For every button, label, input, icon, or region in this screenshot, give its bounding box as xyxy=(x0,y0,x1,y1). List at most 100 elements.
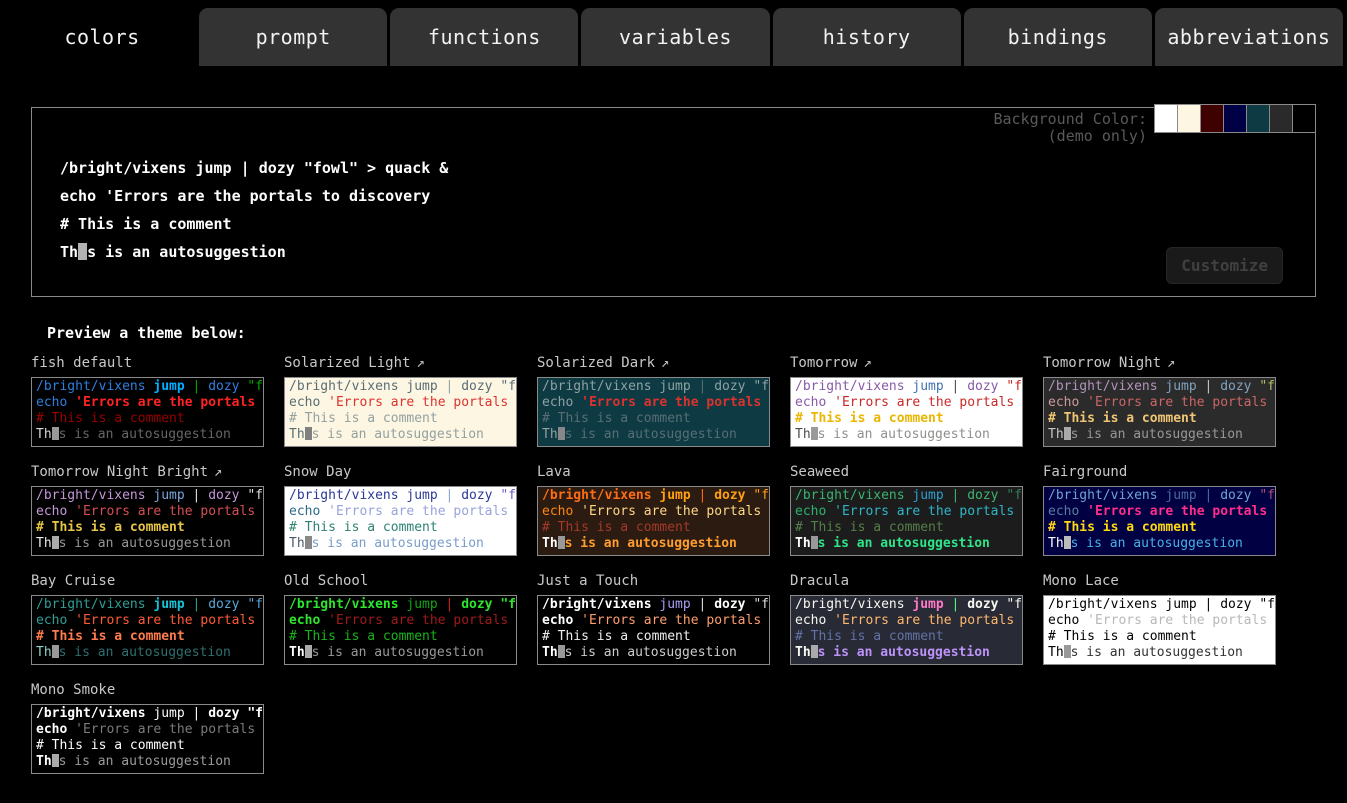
theme-terminal-sample: /bright/vixens jump | dozy "fowl" > quac… xyxy=(790,486,1023,556)
terminal-line: # This is a comment xyxy=(60,210,448,238)
theme-terminal-sample: /bright/vixens jump | dozy "fowl" > quac… xyxy=(537,595,770,665)
theme-preview-just-a-touch[interactable]: Just a Touch/bright/vixens jump | dozy "… xyxy=(537,573,770,665)
theme-name: Solarized Light xyxy=(284,355,410,371)
terminal-line: echo 'Errors are the portals to discover… xyxy=(795,613,1018,629)
terminal-line: /bright/vixens jump | dozy "fowl" > quac… xyxy=(36,379,259,395)
bg-swatch-cream[interactable] xyxy=(1177,104,1201,133)
terminal-line: Ths is an autosuggestion xyxy=(795,536,1018,552)
terminal-preview-panel: Background Color: (demo only) /bright/vi… xyxy=(31,107,1316,297)
theme-preview-snow-day[interactable]: Snow Day/bright/vixens jump | dozy "fowl… xyxy=(284,464,517,556)
bg-swatch-dark-red[interactable] xyxy=(1200,104,1224,133)
terminal-line: # This is a comment xyxy=(542,411,765,427)
cursor-block xyxy=(52,754,59,767)
bg-swatch-charcoal[interactable] xyxy=(1269,104,1293,133)
theme-name: Just a Touch xyxy=(537,573,638,589)
theme-name: Mono Smoke xyxy=(31,682,115,698)
theme-preview-fairground[interactable]: Fairground/bright/vixens jump | dozy "fo… xyxy=(1043,464,1276,556)
cursor-block xyxy=(558,645,565,658)
terminal-line: Ths is an autosuggestion xyxy=(36,645,259,661)
external-link-icon: ↗ xyxy=(863,355,871,371)
theme-name: Solarized Dark xyxy=(537,355,655,371)
theme-name: Old School xyxy=(284,573,368,589)
terminal-line: Ths is an autosuggestion xyxy=(1048,645,1271,661)
terminal-line: # This is a comment xyxy=(289,629,512,645)
theme-terminal-sample: /bright/vixens jump | dozy "fowl" > quac… xyxy=(31,486,264,556)
bg-swatch-navy[interactable] xyxy=(1223,104,1247,133)
terminal-line: # This is a comment xyxy=(542,520,765,536)
terminal-line: Ths is an autosuggestion xyxy=(289,536,512,552)
terminal-line: /bright/vixens jump | dozy "fowl" > quac… xyxy=(542,597,765,613)
tab-bindings[interactable]: bindings xyxy=(964,8,1152,66)
theme-preview-bay-cruise[interactable]: Bay Cruise/bright/vixens jump | dozy "fo… xyxy=(31,573,264,665)
terminal-line: # This is a comment xyxy=(289,411,512,427)
terminal-line: /bright/vixens jump | dozy "fowl" > quac… xyxy=(289,597,512,613)
theme-name: fish default xyxy=(31,355,132,371)
theme-title: Lava xyxy=(537,464,770,482)
theme-preview-mono-lace[interactable]: Mono Lace/bright/vixens jump | dozy "fow… xyxy=(1043,573,1276,665)
tab-prompt[interactable]: prompt xyxy=(199,8,387,66)
tab-variables[interactable]: variables xyxy=(581,8,769,66)
tab-history[interactable]: history xyxy=(773,8,961,66)
customize-button[interactable]: Customize xyxy=(1166,247,1283,284)
terminal-line: echo 'Errors are the portals to discover… xyxy=(1048,395,1271,411)
terminal-line: Ths is an autosuggestion xyxy=(36,427,259,443)
theme-terminal-sample: /bright/vixens jump | dozy "fowl" > quac… xyxy=(790,377,1023,447)
terminal-line: /bright/vixens jump | dozy "fowl" > quac… xyxy=(36,488,259,504)
terminal-line: # This is a comment xyxy=(795,520,1018,536)
tab-colors[interactable]: colors xyxy=(8,8,196,66)
theme-preview-tomorrow-night-bright[interactable]: Tomorrow Night Bright↗/bright/vixens jum… xyxy=(31,464,264,556)
cursor-block xyxy=(305,645,312,658)
theme-preview-lava[interactable]: Lava/bright/vixens jump | dozy "fowl" > … xyxy=(537,464,770,556)
terminal-line: /bright/vixens jump | dozy "fowl" > quac… xyxy=(542,379,765,395)
bg-swatch-white[interactable] xyxy=(1154,104,1178,133)
terminal-line: # This is a comment xyxy=(1048,411,1271,427)
external-link-icon: ↗ xyxy=(1167,355,1175,371)
theme-preview-fish-default[interactable]: fish default/bright/vixens jump | dozy "… xyxy=(31,355,264,447)
theme-terminal-sample: /bright/vixens jump | dozy "fowl" > quac… xyxy=(284,486,517,556)
theme-title: Dracula xyxy=(790,573,1023,591)
theme-preview-old-school[interactable]: Old School/bright/vixens jump | dozy "fo… xyxy=(284,573,517,665)
terminal-line: echo 'Errors are the portals to discover… xyxy=(36,504,259,520)
theme-terminal-sample: /bright/vixens jump | dozy "fowl" > quac… xyxy=(31,377,264,447)
theme-preview-tomorrow[interactable]: Tomorrow ↗ /bright/vixens jump | dozy "fow… xyxy=(790,355,1023,447)
terminal-line: Ths is an autosuggestion xyxy=(289,427,512,443)
theme-terminal-sample: /bright/vixens jump | dozy "fowl" > quac… xyxy=(1043,377,1276,447)
fish-config-colors-page: colorspromptfunctionsvariableshistorybin… xyxy=(0,0,1347,774)
theme-name: Tomorrow Night Bright xyxy=(31,464,208,480)
theme-title: Tomorrow ↗ xyxy=(790,355,1023,373)
theme-preview-mono-smoke[interactable]: Mono Smoke/bright/vixens jump | dozy "fo… xyxy=(31,682,264,774)
theme-name: Dracula xyxy=(790,573,849,589)
theme-preview-tomorrow-night[interactable]: Tomorrow Night ↗ /bright/vixens jump | doz… xyxy=(1043,355,1276,447)
background-swatch-row xyxy=(1155,104,1316,133)
terminal-line: echo 'Errors are the portals to discover… xyxy=(1048,504,1271,520)
theme-title: Seaweed xyxy=(790,464,1023,482)
terminal-line: echo 'Errors are the portals to discover… xyxy=(542,395,765,411)
terminal-line: echo 'Errors are the portals to discover… xyxy=(60,182,448,210)
theme-preview-dracula[interactable]: Dracula/bright/vixens jump | dozy "fowl"… xyxy=(790,573,1023,665)
theme-title: Mono Smoke xyxy=(31,682,264,700)
terminal-line: /bright/vixens jump | dozy "fowl" > quac… xyxy=(1048,488,1271,504)
theme-preview-solarized-dark[interactable]: Solarized Dark↗/bright/vixens jump | doz… xyxy=(537,355,770,447)
theme-preview-seaweed[interactable]: Seaweed/bright/vixens jump | dozy "fowl"… xyxy=(790,464,1023,556)
tab-abbreviations[interactable]: abbreviations xyxy=(1155,8,1343,66)
terminal-line: Ths is an autosuggestion xyxy=(795,427,1018,443)
tab-functions[interactable]: functions xyxy=(390,8,578,66)
terminal-line: # This is a comment xyxy=(289,520,512,536)
theme-name: Tomorrow Night xyxy=(1043,355,1161,371)
bg-swatch-teal[interactable] xyxy=(1246,104,1270,133)
theme-preview-solarized-light[interactable]: Solarized Light↗/bright/vixens jump | do… xyxy=(284,355,517,447)
terminal-line: Ths is an autosuggestion xyxy=(1048,536,1271,552)
background-picker-labels: Background Color: (demo only) xyxy=(993,111,1147,145)
theme-name: Tomorrow xyxy=(790,355,857,371)
terminal-line: /bright/vixens jump | dozy "fowl" > quac… xyxy=(1048,597,1271,613)
cursor-block xyxy=(558,536,565,549)
background-color-picker: Background Color: (demo only) xyxy=(993,104,1316,145)
bg-swatch-black[interactable] xyxy=(1292,104,1316,133)
theme-grid: fish default/bright/vixens jump | dozy "… xyxy=(31,355,1347,774)
tab-bar: colorspromptfunctionsvariableshistorybin… xyxy=(0,0,1347,66)
cursor-block xyxy=(1064,427,1071,440)
terminal-line: Ths is an autosuggestion xyxy=(542,427,765,443)
theme-name: Bay Cruise xyxy=(31,573,115,589)
theme-title: fish default xyxy=(31,355,264,373)
terminal-line: echo 'Errors are the portals to discover… xyxy=(36,613,259,629)
